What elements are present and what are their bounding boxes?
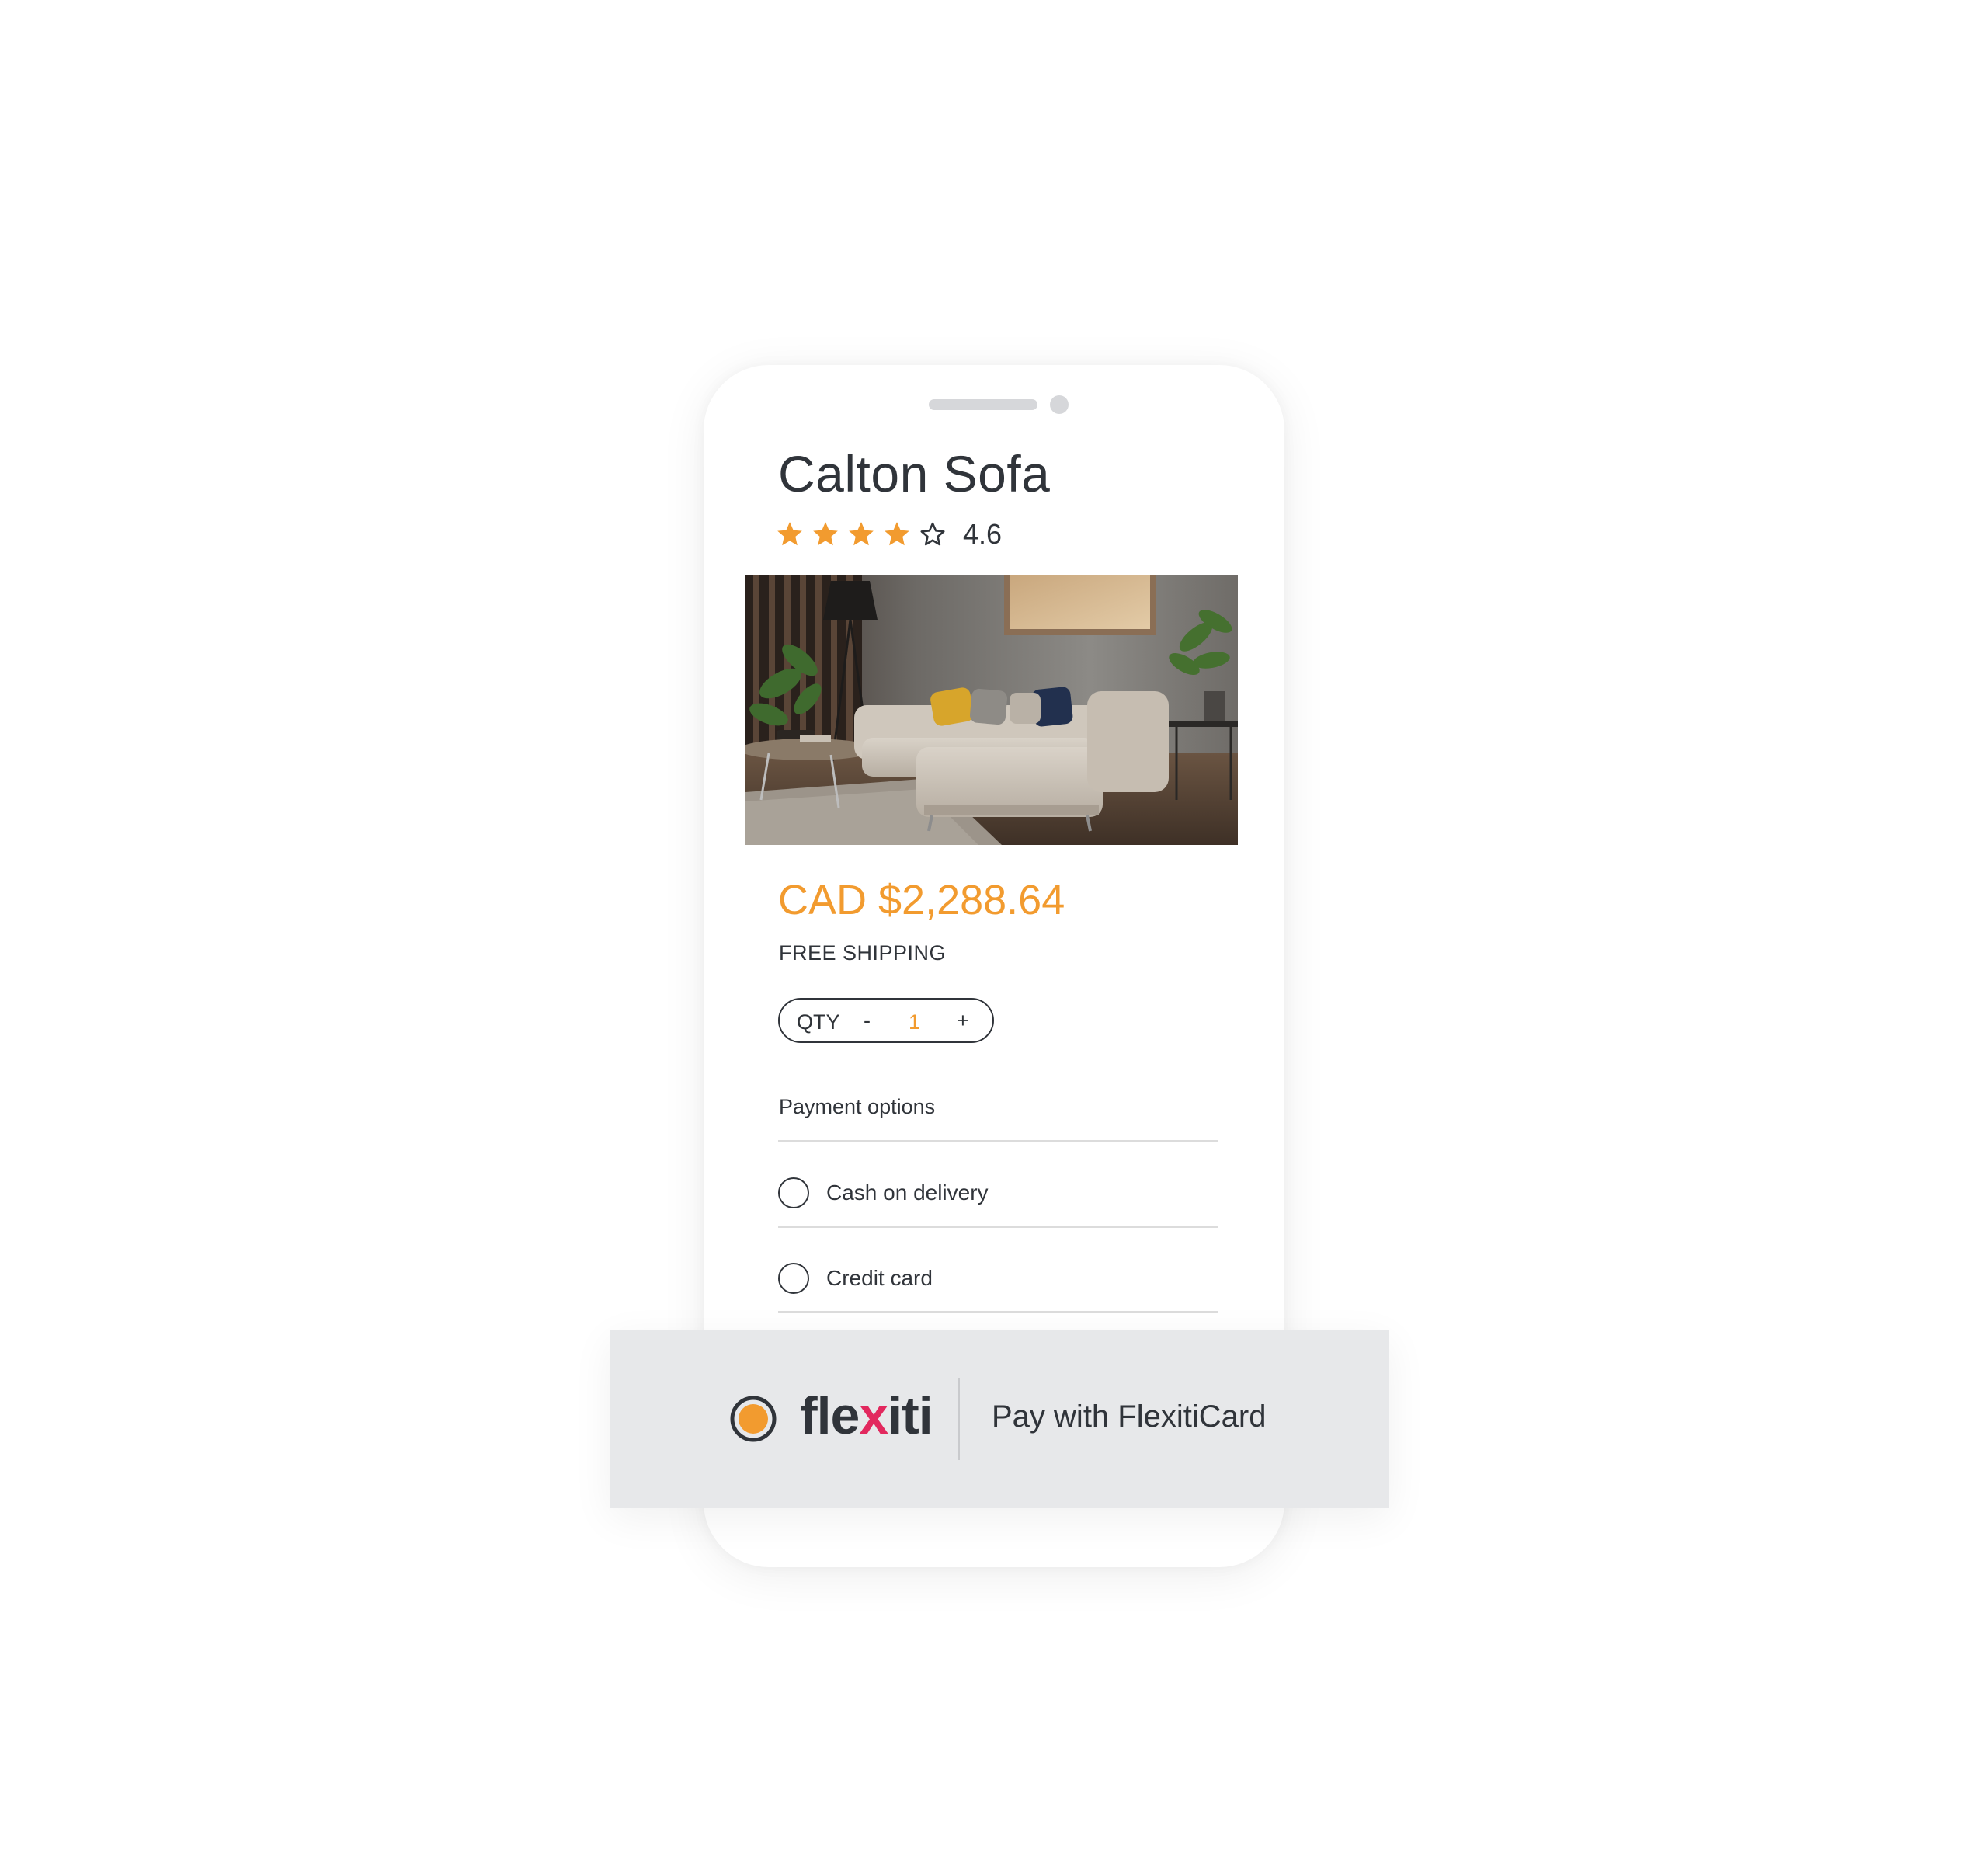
phone-speaker <box>929 399 1037 410</box>
quantity-stepper: QTY - 1 + <box>778 998 994 1043</box>
quantity-value[interactable]: 1 <box>909 1010 920 1034</box>
star-filled-icon <box>777 522 802 546</box>
radio-button[interactable] <box>778 1263 809 1294</box>
bar-divider <box>958 1378 960 1460</box>
payment-option-credit-card[interactable]: Credit card <box>778 1255 1218 1302</box>
star-filled-icon <box>849 522 874 546</box>
quantity-increment-button[interactable]: + <box>957 1009 969 1033</box>
payment-option-label: Credit card <box>826 1266 933 1290</box>
star-filled-icon <box>813 522 838 546</box>
rating-value: 4.6 <box>963 518 1003 550</box>
payment-divider <box>778 1140 1218 1142</box>
product-rating: 4.6 <box>775 517 1002 551</box>
product-image <box>746 575 1238 845</box>
quantity-label: QTY <box>797 1010 840 1034</box>
pay-with-flexiticard-label: Pay with FlexitiCard <box>992 1399 1267 1434</box>
pay-with-flexiti-button[interactable]: flexiti Pay with FlexitiCard <box>610 1330 1389 1508</box>
phone-camera <box>1050 395 1069 414</box>
sofa-living-room-photo <box>746 575 1238 845</box>
product-price: CAD $2,288.64 <box>778 877 1065 923</box>
payment-option-label: Cash on delivery <box>826 1180 989 1205</box>
product-title: Calton Sofa <box>778 445 1051 502</box>
payment-option-cash-on-delivery[interactable]: Cash on delivery <box>778 1170 1218 1216</box>
radio-button[interactable] <box>778 1177 809 1208</box>
flexiti-logo-icon <box>730 1396 777 1442</box>
star-filled-icon <box>885 522 909 546</box>
shipping-info: FREE SHIPPING <box>779 941 947 965</box>
quantity-decrement-button[interactable]: - <box>864 1009 871 1033</box>
payment-divider <box>778 1311 1218 1313</box>
flexiti-logo-wordmark: flexiti <box>800 1386 933 1445</box>
star-outline-icon <box>920 522 945 546</box>
payment-divider <box>778 1226 1218 1228</box>
payment-options-heading: Payment options <box>779 1095 936 1118</box>
